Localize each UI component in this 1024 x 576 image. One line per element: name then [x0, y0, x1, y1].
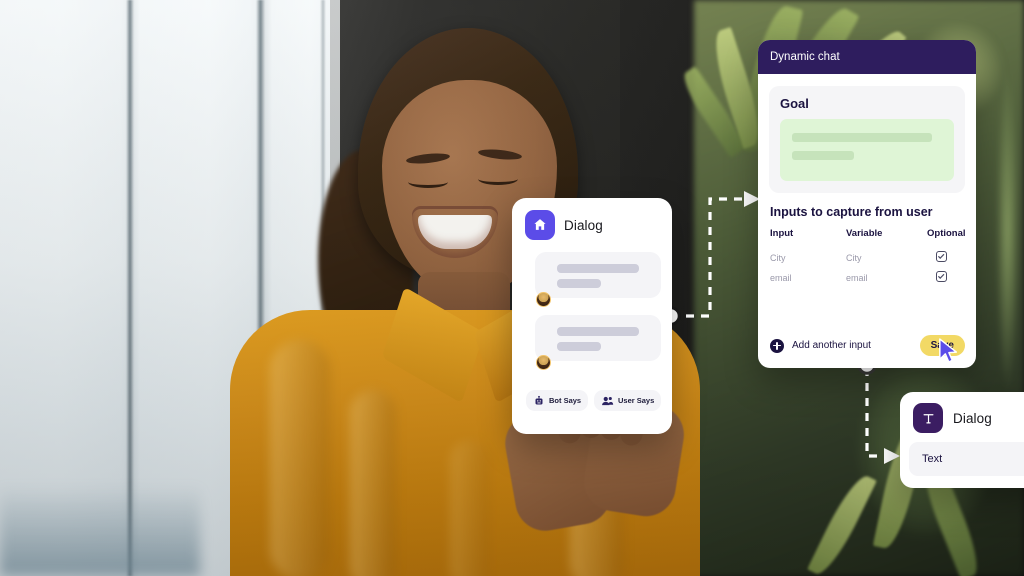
add-another-input-button[interactable]: Add another input [792, 340, 871, 351]
text-dialog-card[interactable]: Dialog Text [900, 392, 1024, 488]
cell-variable[interactable]: City [846, 253, 862, 263]
bot-says-label: Bot Says [549, 396, 582, 405]
screenshot-stage: Dialog Bot Says User Says Dynamic chat G… [0, 0, 1024, 576]
optional-checkbox[interactable] [936, 251, 947, 262]
cell-input[interactable]: City [770, 253, 786, 263]
plus-circle-icon[interactable] [770, 338, 784, 353]
inputs-table: Input Variable Optional City City email … [770, 228, 966, 298]
check-icon [937, 253, 945, 260]
inputs-section-title: Inputs to capture from user [770, 205, 933, 219]
col-header-optional: Optional [927, 228, 966, 239]
dynamic-chat-title: Dynamic chat [770, 51, 840, 63]
optional-checkbox[interactable] [936, 271, 947, 282]
text-input-field[interactable]: Text [909, 442, 1024, 476]
bot-says-chip[interactable]: Bot Says [526, 390, 589, 411]
cell-variable[interactable]: email [846, 273, 868, 283]
col-header-variable: Variable [846, 228, 883, 239]
people-icon [602, 396, 614, 405]
dialog-card[interactable]: Dialog Bot Says User Says [512, 198, 672, 434]
robot-icon [535, 395, 543, 404]
text-card-header: Dialog [900, 392, 1024, 433]
dynamic-chat-header: Dynamic chat [758, 40, 976, 74]
avatar [536, 355, 551, 370]
goal-placeholder-bar [792, 151, 854, 160]
col-header-input: Input [770, 228, 794, 239]
goal-placeholder-bar [792, 133, 932, 142]
mouse-pointer-icon [939, 338, 958, 363]
avatar [536, 292, 551, 307]
goal-textarea[interactable] [780, 119, 954, 181]
dialog-card-title: Dialog [564, 217, 603, 233]
user-says-chip[interactable]: User Says [594, 390, 662, 411]
check-icon [937, 273, 945, 280]
goal-title: Goal [780, 96, 809, 111]
message-bubble [535, 315, 661, 361]
text-t-icon [913, 403, 943, 433]
dynamic-chat-card[interactable]: Dynamic chat Goal Inputs to capture from… [758, 40, 976, 368]
text-card-title: Dialog [953, 410, 992, 426]
message-bubble [535, 252, 661, 298]
user-says-label: User Says [618, 396, 655, 405]
home-icon [525, 210, 555, 240]
cell-input[interactable]: email [770, 273, 792, 283]
goal-panel: Goal [769, 86, 965, 193]
chat-card-footer: Add another input Save [770, 335, 965, 356]
dialog-card-header: Dialog [512, 198, 672, 240]
